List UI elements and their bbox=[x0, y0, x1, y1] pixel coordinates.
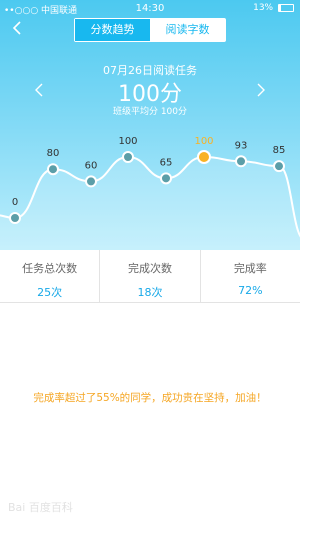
data-point[interactable] bbox=[85, 175, 97, 188]
data-point[interactable] bbox=[47, 163, 59, 176]
back-chevron-icon[interactable] bbox=[10, 20, 26, 36]
stat-value: 25次 bbox=[37, 286, 63, 299]
status-bar: ••○○○ 中国联通 14:30 13% bbox=[0, 0, 300, 16]
tab-score-trend[interactable]: 分数趋势 bbox=[75, 19, 150, 41]
battery-icon bbox=[278, 3, 294, 12]
data-point[interactable] bbox=[197, 150, 211, 164]
stat-value: 72% bbox=[238, 284, 263, 297]
stat-total-tasks: 任务总次数 25次 bbox=[0, 250, 101, 302]
tab-reading-words[interactable]: 阅读字数 bbox=[150, 19, 225, 41]
data-label: 65 bbox=[160, 157, 173, 168]
data-label: 60 bbox=[85, 160, 98, 171]
data-label: 100 bbox=[118, 136, 137, 147]
hero-panel: 0 80 60 100 65 100 93 85 ••○○○ 中国联通 14:30 13% 分… bbox=[0, 0, 300, 250]
data-point[interactable] bbox=[9, 212, 21, 224]
class-average: 班级平均分 100分 bbox=[112, 107, 188, 117]
data-point[interactable] bbox=[160, 172, 172, 185]
svg-text:Bai 百度百科: Bai 百度百科 bbox=[8, 500, 73, 514]
next-day-arrow-icon[interactable] bbox=[254, 82, 268, 98]
data-label: 93 bbox=[235, 140, 248, 151]
baidu-baike-watermark: Bai 百度百科 bbox=[8, 500, 73, 514]
data-point[interactable] bbox=[273, 160, 285, 173]
data-label: 0 bbox=[12, 197, 18, 208]
tab-switcher: 分数趋势 阅读字数 bbox=[74, 18, 226, 42]
data-label: 100 bbox=[194, 136, 213, 147]
data-point[interactable] bbox=[235, 155, 247, 168]
stat-completion-rate: 完成率 72% bbox=[201, 250, 300, 302]
stats-row: 任务总次数 25次 完成次数 18次 完成率 72% bbox=[0, 250, 300, 303]
stat-label: 完成率 bbox=[233, 262, 267, 275]
stat-completed: 完成次数 18次 bbox=[100, 250, 201, 302]
data-point[interactable] bbox=[122, 151, 134, 163]
battery-percent: 13% bbox=[253, 3, 274, 13]
stat-value: 18次 bbox=[137, 286, 163, 299]
data-label: 80 bbox=[47, 148, 60, 159]
data-label: 85 bbox=[273, 145, 286, 156]
stat-label: 完成次数 bbox=[127, 262, 172, 275]
stat-label: 任务总次数 bbox=[22, 262, 78, 275]
encouragement-message: 完成率超过了55%的同学，成功贵在坚持，加油！ bbox=[33, 392, 267, 404]
previous-day-arrow-icon[interactable] bbox=[32, 82, 46, 98]
battery-status: 13% bbox=[253, 3, 294, 13]
